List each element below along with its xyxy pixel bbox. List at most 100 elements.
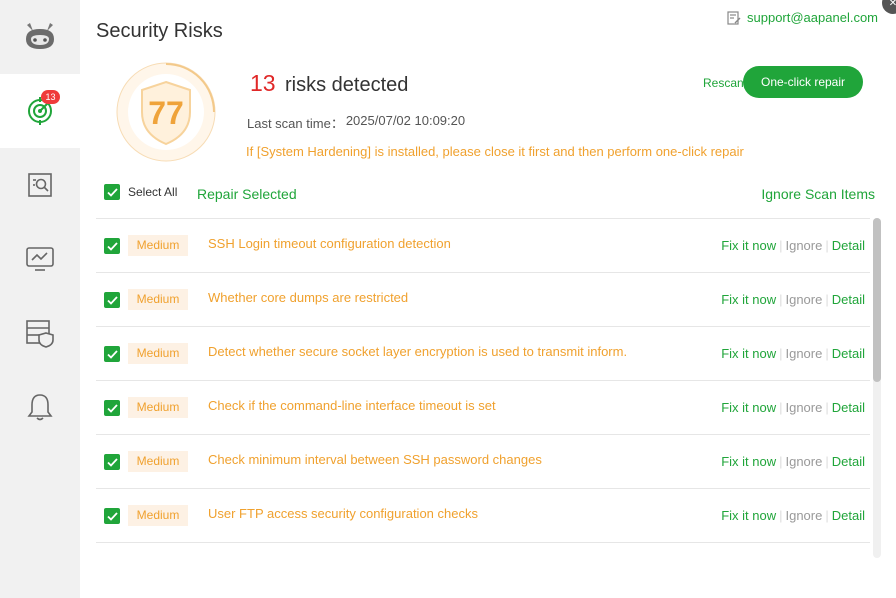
separator: |: [779, 346, 783, 361]
fix-it-now-link[interactable]: Fix it now: [721, 454, 776, 469]
risk-title[interactable]: Check minimum interval between SSH passw…: [208, 452, 542, 467]
scan-time-value: 2025/07/02 10:09:20: [345, 113, 466, 128]
risk-level-badge: Medium: [128, 451, 188, 472]
risk-level-badge: Medium: [128, 235, 188, 256]
risk-text: risks detected: [285, 74, 409, 96]
ignore-scan-items-button[interactable]: Ignore Scan Items: [761, 186, 875, 202]
sidebar-item-logo[interactable]: [0, 0, 80, 74]
repair-selected-button[interactable]: Repair Selected: [197, 186, 297, 202]
ignore-link[interactable]: Ignore: [785, 454, 822, 469]
last-scan-time: Last scan time： 2025/07/02 10:09:20: [247, 113, 465, 132]
row-checkbox[interactable]: [104, 400, 120, 416]
risk-count: 13: [250, 70, 276, 96]
risk-title[interactable]: Detect whether secure socket layer encry…: [208, 344, 628, 359]
ignore-link[interactable]: Ignore: [785, 292, 822, 307]
check-icon: [106, 349, 118, 359]
rescan-link[interactable]: Rescan: [703, 76, 744, 90]
risk-row: Medium SSH Login timeout configuration de…: [96, 219, 870, 273]
risk-row: Medium Check minimum interval between SSH…: [96, 435, 870, 489]
support-link[interactable]: support@aapanel.com: [727, 10, 878, 25]
select-all-checkbox[interactable]: [104, 184, 120, 200]
detail-link[interactable]: Detail: [832, 508, 865, 523]
separator: |: [825, 238, 829, 253]
app-window: 13 Security Risks support@aapanel.com ✕ …: [0, 0, 896, 598]
check-icon: [106, 403, 118, 413]
row-actions: Fix it now | Ignore | Detail: [721, 400, 865, 415]
select-all-label: Select All: [128, 185, 178, 199]
detail-link[interactable]: Detail: [832, 238, 865, 253]
ignore-link[interactable]: Ignore: [785, 508, 822, 523]
separator: |: [779, 292, 783, 307]
risk-title[interactable]: User FTP access security configuration c…: [208, 506, 478, 521]
separator: |: [825, 508, 829, 523]
bell-icon: [27, 394, 53, 421]
risk-title[interactable]: Check if the command-line interface time…: [208, 398, 496, 413]
fix-it-now-link[interactable]: Fix it now: [721, 238, 776, 253]
detail-link[interactable]: Detail: [832, 346, 865, 361]
check-icon: [106, 241, 118, 251]
fix-it-now-link[interactable]: Fix it now: [721, 508, 776, 523]
ignore-link[interactable]: Ignore: [785, 238, 822, 253]
risk-row: Medium User FTP access security configura…: [96, 489, 870, 543]
score-shield-icon: 77: [116, 62, 216, 162]
separator: |: [779, 238, 783, 253]
sidebar-item-firewall[interactable]: [0, 296, 80, 370]
separator: |: [825, 400, 829, 415]
fix-it-now-link[interactable]: Fix it now: [721, 292, 776, 307]
detail-link[interactable]: Detail: [832, 292, 865, 307]
ignore-link[interactable]: Ignore: [785, 346, 822, 361]
sidebar-item-alerts[interactable]: [0, 370, 80, 444]
risk-title[interactable]: Whether core dumps are restricted: [208, 290, 408, 305]
row-actions: Fix it now | Ignore | Detail: [721, 454, 865, 469]
security-score: 77: [116, 62, 216, 162]
row-actions: Fix it now | Ignore | Detail: [721, 238, 865, 253]
row-checkbox[interactable]: [104, 454, 120, 470]
row-checkbox[interactable]: [104, 508, 120, 524]
risk-row: Medium Detect whether secure socket layer…: [96, 327, 870, 381]
risk-list: Medium SSH Login timeout configuration de…: [96, 218, 870, 544]
detail-link[interactable]: Detail: [832, 400, 865, 415]
separator: |: [825, 292, 829, 307]
row-checkbox[interactable]: [104, 292, 120, 308]
check-icon: [106, 457, 118, 467]
row-actions: Fix it now | Ignore | Detail: [721, 508, 865, 523]
separator: |: [779, 454, 783, 469]
warning-message: If [System Hardening] is installed, plea…: [246, 144, 744, 159]
monitor-chart-icon: [26, 247, 54, 271]
server-shield-icon: [26, 320, 54, 348]
check-icon: [106, 295, 118, 305]
risk-row: Medium Check if the command-line interfac…: [96, 381, 870, 435]
risk-title[interactable]: SSH Login timeout configuration detectio…: [208, 236, 451, 251]
row-checkbox[interactable]: [104, 346, 120, 362]
fix-it-now-link[interactable]: Fix it now: [721, 346, 776, 361]
risk-level-badge: Medium: [128, 505, 188, 526]
page-title: Security Risks: [96, 20, 223, 42]
sidebar: 13: [0, 0, 80, 598]
fix-it-now-link[interactable]: Fix it now: [721, 400, 776, 415]
risk-count-badge: 13: [41, 90, 60, 104]
file-search-icon: [28, 173, 52, 197]
detail-link[interactable]: Detail: [832, 454, 865, 469]
ignore-link[interactable]: Ignore: [785, 400, 822, 415]
edit-doc-icon: [727, 10, 741, 25]
scan-time-label: Last scan time：: [247, 116, 344, 131]
row-actions: Fix it now | Ignore | Detail: [721, 346, 865, 361]
row-checkbox[interactable]: [104, 238, 120, 254]
sidebar-item-security-scan[interactable]: 13: [0, 74, 80, 148]
cat-logo-icon: [26, 23, 54, 49]
check-icon: [106, 511, 118, 521]
one-click-repair-button[interactable]: One-click repair: [743, 66, 863, 98]
support-email[interactable]: support@aapanel.com: [747, 10, 878, 25]
select-all[interactable]: Select All: [104, 184, 177, 200]
close-icon[interactable]: ✕: [882, 0, 896, 14]
sidebar-item-monitor[interactable]: [0, 222, 80, 296]
risk-level-badge: Medium: [128, 397, 188, 418]
separator: |: [779, 508, 783, 523]
row-actions: Fix it now | Ignore | Detail: [721, 292, 865, 307]
score-value: 77: [148, 95, 184, 131]
scrollbar[interactable]: [873, 218, 881, 558]
separator: |: [825, 346, 829, 361]
separator: |: [779, 400, 783, 415]
sidebar-item-file-scan[interactable]: [0, 148, 80, 222]
scrollbar-thumb[interactable]: [873, 218, 881, 382]
